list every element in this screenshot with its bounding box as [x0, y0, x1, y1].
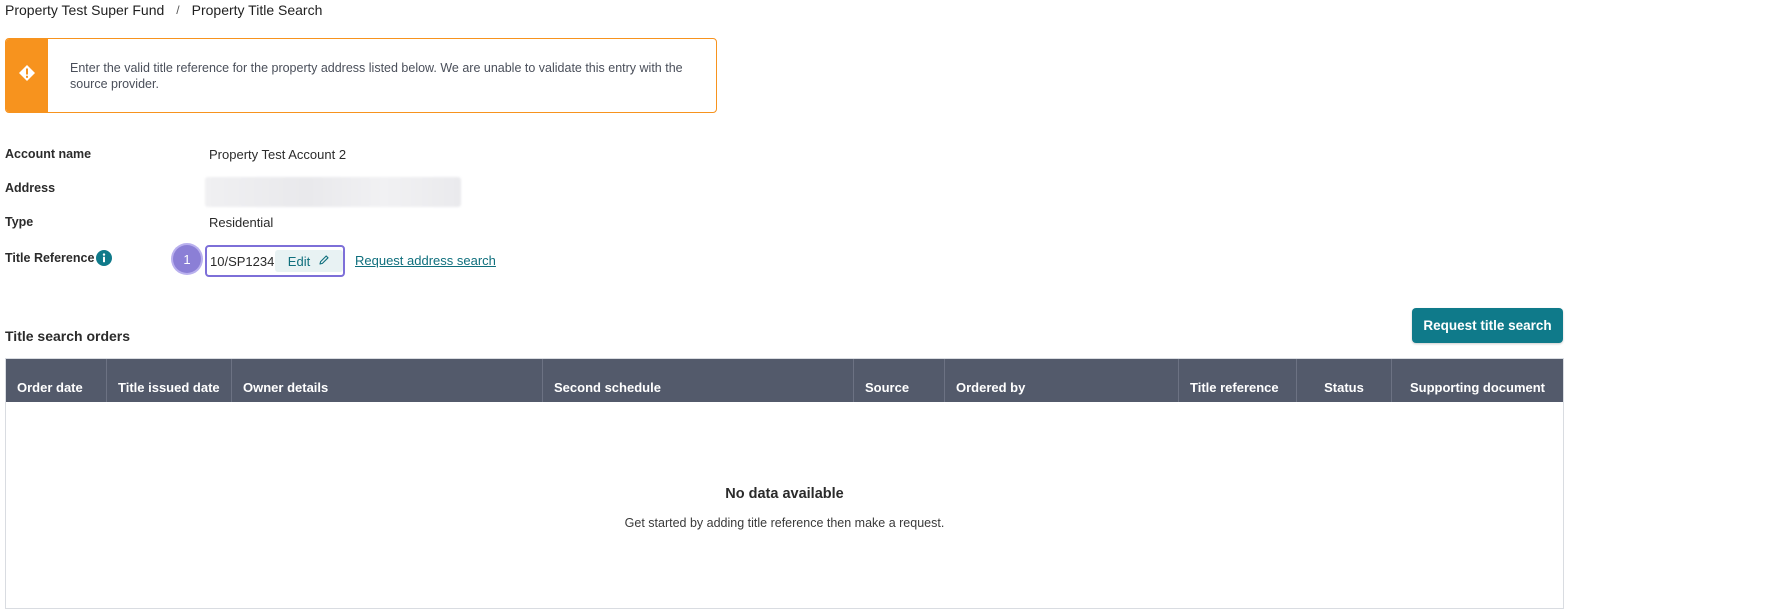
breadcrumb-separator: / [176, 3, 180, 17]
type-label: Type [5, 215, 34, 229]
alert-message: Enter the valid title reference for the … [70, 61, 683, 91]
pencil-icon [318, 254, 330, 269]
title-search-orders-heading: Title search orders [5, 328, 131, 344]
breadcrumb-item-fund[interactable]: Property Test Super Fund [5, 2, 164, 18]
title-reference-label: Title Reference [5, 251, 95, 265]
edit-button-label: Edit [287, 253, 311, 269]
breadcrumb: Property Test Super Fund / Property Titl… [5, 2, 322, 18]
request-title-search-button[interactable]: Request title search [1412, 308, 1563, 343]
empty-state-message: Get started by adding title reference th… [624, 516, 945, 530]
column-header-source[interactable]: Source [854, 359, 945, 402]
warning-alert: Enter the valid title reference for the … [5, 38, 717, 113]
request-address-search-link[interactable]: Request address search [355, 253, 496, 268]
alert-icon-strip [6, 39, 48, 112]
column-header-supporting-document[interactable]: Supporting document [1392, 359, 1563, 402]
column-header-owner-details[interactable]: Owner details [232, 359, 543, 402]
info-icon[interactable] [96, 250, 112, 266]
type-value: Residential [209, 215, 274, 230]
title-reference-field: 10/SP1234 Edit [205, 245, 345, 277]
warning-diamond-icon [18, 64, 36, 87]
title-reference-value: 10/SP1234 [210, 253, 275, 269]
column-header-title-issued-date[interactable]: Title issued date [107, 359, 232, 402]
account-name-value: Property Test Account 2 [209, 147, 347, 162]
edit-title-reference-button[interactable]: Edit [275, 250, 343, 272]
column-header-order-date[interactable]: Order date [6, 359, 107, 402]
address-label: Address [5, 181, 56, 195]
table-header: Order date Title issued date Owner detai… [6, 359, 1563, 402]
column-header-title-reference[interactable]: Title reference [1179, 359, 1297, 402]
title-search-orders-table: Order date Title issued date Owner detai… [5, 358, 1564, 609]
step-number-badge: 1 [173, 245, 201, 273]
address-value-redacted [205, 177, 461, 207]
empty-state-title: No data available [725, 486, 844, 502]
account-name-label: Account name [5, 147, 92, 161]
column-header-status[interactable]: Status [1297, 359, 1392, 402]
breadcrumb-item-current: Property Title Search [191, 2, 323, 18]
column-header-ordered-by[interactable]: Ordered by [945, 359, 1179, 402]
column-header-second-schedule[interactable]: Second schedule [543, 359, 854, 402]
